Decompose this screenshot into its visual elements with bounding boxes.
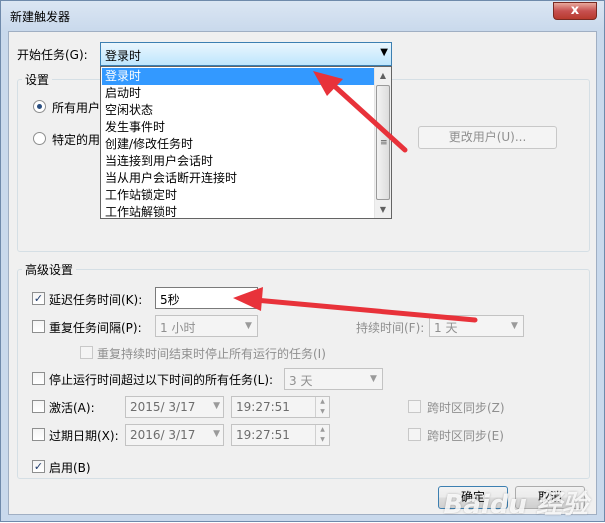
duration-label: 持续时间(F): bbox=[356, 321, 425, 335]
dropdown-item[interactable]: 当从用户会话断开连接时 bbox=[102, 170, 375, 187]
dropdown-item[interactable]: 工作站解锁时 bbox=[102, 204, 375, 221]
stop-longer-select[interactable]: 3 天 ▼ bbox=[284, 368, 383, 390]
activate-time-picker[interactable]: 19:27:51 ▲ ▼ bbox=[231, 396, 330, 418]
settings-group-title: 设置 bbox=[22, 71, 53, 88]
check-icon: ✓ bbox=[33, 460, 44, 473]
begin-task-label: 开始任务(G): bbox=[17, 48, 88, 62]
chevron-down-icon: ▼ bbox=[245, 321, 252, 331]
activate-checkbox[interactable] bbox=[32, 400, 45, 413]
any-user-label: 所有用户 bbox=[52, 101, 101, 115]
spin-up-icon: ▲ bbox=[315, 397, 329, 407]
dropdown-item[interactable]: 空闲状态 bbox=[102, 102, 375, 119]
chevron-down-icon: ▼ bbox=[213, 429, 220, 439]
repeat-interval-select[interactable]: 1 小时 ▼ bbox=[155, 315, 258, 337]
watermark: Baidu 经验 bbox=[443, 490, 588, 520]
activate-sync-checkbox[interactable] bbox=[408, 400, 421, 413]
grip-icon: ≡ bbox=[380, 138, 388, 148]
time-spinner[interactable]: ▲ ▼ bbox=[315, 397, 329, 417]
duration-select[interactable]: 1 天 ▼ bbox=[429, 315, 524, 337]
dropdown-item[interactable]: 启动时 bbox=[102, 85, 375, 102]
expire-date-picker[interactable]: 2016/ 3/17 ▼ bbox=[125, 424, 224, 446]
scroll-down-icon[interactable]: ▼ bbox=[375, 201, 391, 218]
repeat-checkbox[interactable] bbox=[32, 320, 45, 333]
chevron-down-icon: ▼ bbox=[380, 47, 388, 58]
duration-value: 1 天 bbox=[434, 321, 458, 335]
title-bar: 新建触发器 x bbox=[1, 1, 604, 31]
delay-label: 延迟任务时间(K): bbox=[49, 293, 143, 307]
activate-label: 激活(A): bbox=[49, 401, 95, 415]
any-user-radio[interactable] bbox=[33, 100, 46, 113]
expire-sync-checkbox[interactable] bbox=[408, 428, 421, 441]
stop-at-end-checkbox[interactable] bbox=[80, 346, 93, 359]
expire-checkbox[interactable] bbox=[32, 428, 45, 441]
stop-longer-value: 3 天 bbox=[289, 374, 313, 388]
chevron-down-icon: ▼ bbox=[213, 401, 220, 411]
stop-longer-checkbox[interactable] bbox=[32, 372, 45, 385]
scrollbar-thumb[interactable]: ≡ bbox=[376, 85, 390, 200]
enabled-checkbox[interactable]: ✓ bbox=[32, 460, 45, 473]
enabled-label: 启用(B) bbox=[49, 461, 91, 475]
stop-longer-label: 停止运行时间超过以下时间的所有任务(L): bbox=[49, 373, 274, 387]
advanced-group-title: 高级设置 bbox=[22, 261, 77, 278]
begin-task-select[interactable]: 登录时 ▼ bbox=[100, 42, 392, 66]
dropdown-item[interactable]: 创建/修改任务时 bbox=[102, 136, 375, 153]
repeat-label: 重复任务间隔(P): bbox=[49, 321, 142, 335]
check-icon: ✓ bbox=[33, 292, 44, 305]
dropdown-item[interactable]: 登录时 bbox=[102, 68, 375, 85]
time-spinner[interactable]: ▲ ▼ bbox=[315, 425, 329, 445]
begin-task-value: 登录时 bbox=[105, 49, 142, 63]
chevron-down-icon: ▼ bbox=[370, 374, 377, 384]
scroll-up-icon[interactable]: ▲ bbox=[375, 67, 391, 84]
spin-down-icon: ▼ bbox=[315, 435, 329, 445]
dropdown-scrollbar[interactable]: ▲ ≡ ▼ bbox=[374, 67, 391, 218]
repeat-interval-value: 1 小时 bbox=[160, 321, 196, 335]
expire-time-value: 19:27:51 bbox=[236, 428, 290, 442]
activate-date-picker[interactable]: 2015/ 3/17 ▼ bbox=[125, 396, 224, 418]
expire-time-picker[interactable]: 19:27:51 ▲ ▼ bbox=[231, 424, 330, 446]
dropdown-item[interactable]: 发生事件时 bbox=[102, 119, 375, 136]
dropdown-item[interactable]: 当连接到用户会话时 bbox=[102, 153, 375, 170]
delay-input[interactable]: 5秒 bbox=[155, 287, 258, 309]
window-title: 新建触发器 bbox=[10, 10, 71, 24]
change-user-button[interactable]: 更改用户(U)... bbox=[418, 126, 557, 149]
spin-down-icon: ▼ bbox=[315, 407, 329, 417]
spin-up-icon: ▲ bbox=[315, 425, 329, 435]
chevron-down-icon: ▼ bbox=[511, 321, 518, 331]
expire-date-value: 2016/ 3/17 bbox=[130, 428, 196, 442]
begin-task-dropdown[interactable]: 登录时 启动时 空闲状态 发生事件时 创建/修改任务时 当连接到用户会话时 当从用户会话断开… bbox=[100, 66, 392, 219]
expire-sync-label: 跨时区同步(E) bbox=[427, 429, 504, 443]
activate-time-value: 19:27:51 bbox=[236, 400, 290, 414]
close-button[interactable]: x bbox=[553, 2, 597, 20]
dialog-body: 开始任务(G): 设置 所有用户 特定的用 更改用户(U)... 高级设置 ✓ … bbox=[8, 31, 597, 515]
delay-value: 5秒 bbox=[160, 293, 180, 307]
activate-sync-label: 跨时区同步(Z) bbox=[427, 401, 505, 415]
specific-user-label: 特定的用 bbox=[52, 133, 101, 147]
stop-at-end-label: 重复持续时间结束时停止所有运行的任务(I) bbox=[97, 347, 326, 361]
delay-checkbox[interactable]: ✓ bbox=[32, 292, 45, 305]
activate-date-value: 2015/ 3/17 bbox=[130, 400, 196, 414]
trigger-dialog: 新建触发器 x 开始任务(G): 设置 所有用户 特定的用 更改用户(U)...… bbox=[0, 0, 605, 522]
dropdown-item[interactable]: 工作站锁定时 bbox=[102, 187, 375, 204]
expire-label: 过期日期(X): bbox=[49, 429, 119, 443]
specific-user-radio[interactable] bbox=[33, 132, 46, 145]
close-icon: x bbox=[570, 3, 580, 18]
